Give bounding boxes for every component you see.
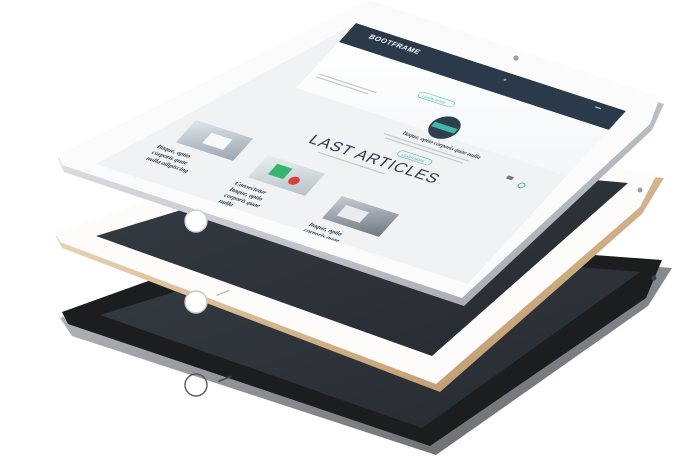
mockup-illustration: BOOTFRAME LEARN MORE Itaque, optio corpo…: [56, 0, 672, 455]
home-button: [184, 373, 208, 397]
front-camera: [651, 275, 657, 281]
home-button: [184, 290, 208, 314]
device-mockup-scene: BOOTFRAME LEARN MORE Itaque, optio corpo…: [0, 0, 700, 460]
front-camera: [637, 187, 643, 193]
front-camera: [513, 55, 519, 61]
home-button: [184, 209, 208, 233]
